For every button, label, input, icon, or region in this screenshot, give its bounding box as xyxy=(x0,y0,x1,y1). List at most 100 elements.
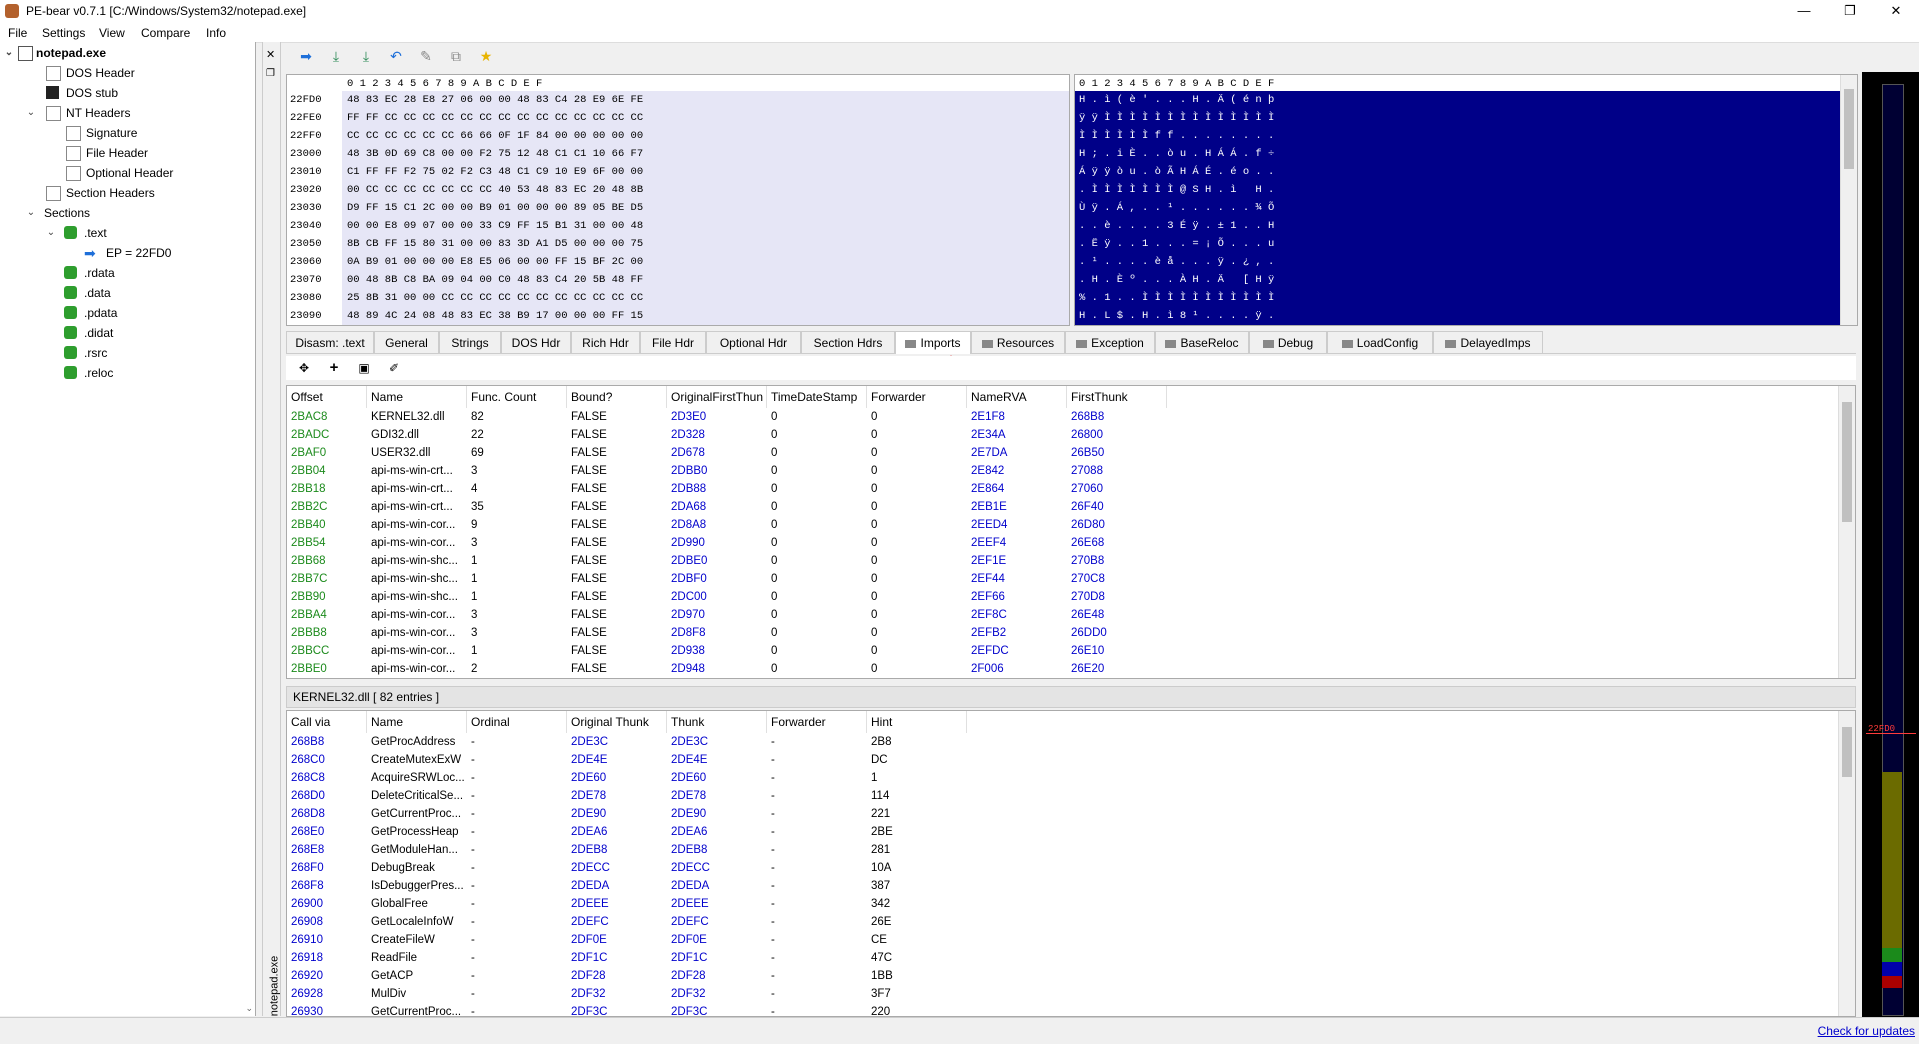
check-updates-link[interactable]: Check for updates xyxy=(1818,1024,1915,1038)
menu-compare[interactable]: Compare xyxy=(141,26,190,40)
scroll-down-icon[interactable]: ⌄ xyxy=(245,1003,253,1014)
imports-row[interactable]: 2BB68 api-ms-win-shc... 1 FALSE 2DBE0 0 0 2EF1E… xyxy=(287,552,1855,570)
add-icon[interactable]: + xyxy=(326,360,342,376)
goto-entry-icon[interactable]: ➡ xyxy=(298,48,314,64)
funcs-row[interactable]: 26908 GetLocaleInfoW - 2DEFC 2DEFC - 26E xyxy=(287,913,1855,931)
tab-exception[interactable]: Exception xyxy=(1065,331,1155,353)
hex-bytes[interactable]: C1 FF FF F2 75 02 F2 C3 48 C1 C9 10 E9 6… xyxy=(347,163,643,181)
funcs-row[interactable]: 268C0 CreateMutexExW -2DE4E 2DE4E - DC xyxy=(287,751,1855,769)
funcs-row[interactable]: 268E8 GetModuleHan... - 2DEB8 2DEB8 - 281 xyxy=(287,841,1855,859)
ascii-row[interactable]: % . 1 . . Ì Ì Ì Ì Ì Ì Ì Ì Ì Ì Ì xyxy=(1079,289,1274,307)
funcs-row[interactable]: 268F8 IsDebuggerPres... -2DEDA 2DEDA -387 xyxy=(287,877,1855,895)
imports-row[interactable]: 2BAC8 KERNEL32.dll 82 FALSE 2D3E0 0 0 2E1F8 268B… xyxy=(287,408,1855,426)
collapse-icon[interactable]: ⌄ xyxy=(26,104,36,122)
minimize-button[interactable]: — xyxy=(1781,0,1827,22)
imports-row[interactable]: 2BAF0 USER32.dll 69 FALSE 2D678 0 0 2E7DA 26B50 xyxy=(287,444,1855,462)
ascii-row[interactable]: Á ÿ ÿ ò u . ò Ã H Á É . é o . . xyxy=(1079,163,1274,181)
close-dock-icon[interactable]: ✕ xyxy=(266,48,275,61)
ascii-row[interactable]: . H . È º . . . À H . Ä [ H ÿ xyxy=(1079,271,1274,289)
hex-bytes[interactable]: 0A B9 01 00 00 00 E8 E5 06 00 00 FF 15 B… xyxy=(347,253,643,271)
imports-row[interactable]: 2BB18 api-ms-win-crt... 4 FALSE 2DB88 0 0 2E864… xyxy=(287,480,1855,498)
collapse-icon[interactable]: ⌄ xyxy=(46,224,56,242)
funcs-col-header[interactable]: Call via xyxy=(287,711,367,733)
hex-bytes[interactable]: 00 48 8B C8 BA 09 04 00 C0 48 83 C4 20 5… xyxy=(347,271,643,289)
imports-row[interactable]: 2BB7C api-ms-win-shc... 1 FALSE 2DBF0 0 0 2EF44… xyxy=(287,570,1855,588)
functions-scrollbar[interactable] xyxy=(1838,711,1855,1016)
save-icon[interactable]: ▣ xyxy=(356,360,372,376)
funcs-col-header[interactable]: Hint xyxy=(867,711,967,733)
tab-section-hdrs[interactable]: Section Hdrs xyxy=(801,331,895,353)
hex-bytes[interactable]: 48 3B 0D 69 C8 00 00 F2 75 12 48 C1 C1 1… xyxy=(347,145,643,163)
tab-disasm[interactable]: Disasm: .text xyxy=(286,331,374,353)
move-icon[interactable]: ✥ xyxy=(296,360,312,376)
hex-bytes[interactable]: D9 FF 15 C1 2C 00 00 B9 01 00 00 00 89 0… xyxy=(347,199,643,217)
hex-bytes[interactable]: 00 CC CC CC CC CC CC CC 40 53 48 83 EC 2… xyxy=(347,181,643,199)
ascii-view[interactable]: 0 1 2 3 4 5 6 7 8 9 A B C D E F H . ì ( … xyxy=(1074,74,1858,326)
imports-col-header[interactable]: TimeDateStamp xyxy=(767,386,867,408)
imports-row[interactable]: 2BB90 api-ms-win-shc... 1 FALSE 2DC00 0 0 2EF66… xyxy=(287,588,1855,606)
funcs-row[interactable]: 268C8 AcquireSRWLoc... -2DE60 2DE60-1 xyxy=(287,769,1855,787)
imports-col-header[interactable]: NameRVA xyxy=(967,386,1067,408)
ascii-row[interactable]: Ù ÿ . Á , . . ¹ . . . . . . ¾ Õ xyxy=(1079,199,1274,217)
copy-icon[interactable]: ⧉ xyxy=(448,48,464,64)
imports-col-header[interactable]: Bound? xyxy=(567,386,667,408)
ascii-row[interactable]: ÿ ÿ Ì Ì Ì Ì Ì Ì Ì Ì Ì Ì Ì Ì Ì Ì xyxy=(1079,109,1274,127)
float-dock-icon[interactable]: ❐ xyxy=(266,68,275,79)
ascii-row[interactable]: . Ì Ì Ì Ì Ì Ì Ì @ S H . ì H . xyxy=(1079,181,1274,199)
imports-col-header[interactable]: Func. Count xyxy=(467,386,567,408)
imports-row[interactable]: 2BBE0 api-ms-win-cor... 2 FALSE 2D948 0 0 2F006… xyxy=(287,660,1855,678)
ascii-row[interactable]: . . è . . . . 3 É ÿ . ± 1 . . H xyxy=(1079,217,1274,235)
ascii-scrollbar[interactable] xyxy=(1840,75,1857,325)
ascii-row[interactable]: H . ì ( è ' . . . H . Ä ( é n þ xyxy=(1079,91,1274,109)
collapse-icon[interactable]: ⌄ xyxy=(26,204,36,222)
ascii-row[interactable]: . Ë ÿ . . 1 . . . = ¡ Õ . . . u xyxy=(1079,235,1274,253)
goto-raw-icon[interactable]: ⤓ xyxy=(328,48,344,64)
imports-row[interactable]: 2BBCC api-ms-win-cor... 1 FALSE 2D938 0 0 2EFDC… xyxy=(287,642,1855,660)
imports-row[interactable]: 2BADC GDI32.dll 22 FALSE 2D328 0 0 2E34A 26800 xyxy=(287,426,1855,444)
imports-row[interactable]: 2BBA4 api-ms-win-cor... 3 FALSE 2D970 0 0 2EF8C… xyxy=(287,606,1855,624)
menu-view[interactable]: View xyxy=(99,26,125,40)
imports-row[interactable]: 2BB40 api-ms-win-cor... 9 FALSE 2D8A8 0 0 2EED4… xyxy=(287,516,1855,534)
funcs-row[interactable]: 268D0 DeleteCriticalSe... -2DE78 2DE78-114 xyxy=(287,787,1855,805)
imports-col-header[interactable]: Offset xyxy=(287,386,367,408)
funcs-row[interactable]: 26910 CreateFileW - 2DF0E 2DF0E - CE xyxy=(287,931,1855,949)
tab-imports[interactable]: Imports xyxy=(895,331,971,354)
tab-resources[interactable]: Resources xyxy=(971,331,1065,353)
funcs-col-header[interactable]: Original Thunk xyxy=(567,711,667,733)
hex-view[interactable]: 0 1 2 3 4 5 6 7 8 9 A B C D E F 22FD0 48 … xyxy=(286,74,1070,326)
imports-row[interactable]: 2BB2C api-ms-win-crt... 35 FALSE 2DA68 0 0 2EB1… xyxy=(287,498,1855,516)
funcs-row[interactable]: 268E0 GetProcessHeap -2DEA6 2DEA6-2BE xyxy=(287,823,1855,841)
undo-icon[interactable]: ↶ xyxy=(388,48,404,64)
ascii-row[interactable]: Ì Ì Ì Ì Ì Ì f f . . . . . . . . xyxy=(1079,127,1274,145)
imports-row[interactable]: 2BBB8 api-ms-win-cor... 3 FALSE 2D8F8 0 0 2EFB2… xyxy=(287,624,1855,642)
imports-scrollbar[interactable] xyxy=(1838,386,1855,678)
edit-icon[interactable]: ✎ xyxy=(418,48,434,64)
restore-button[interactable]: ❐ xyxy=(1827,0,1873,22)
hex-bytes[interactable]: 25 8B 31 00 00 CC CC CC CC CC CC CC CC C… xyxy=(347,289,643,307)
ascii-row[interactable]: H ; . i È . . ò u . H Á Á . f ÷ xyxy=(1079,145,1274,163)
tab-optional-hdr[interactable]: Optional Hdr xyxy=(706,331,801,353)
tab-delayedimps[interactable]: DelayedImps xyxy=(1433,331,1543,353)
funcs-row[interactable]: 268B8 GetProcAddress - 2DE3C 2DE3C - 2B8 xyxy=(287,733,1855,751)
menu-settings[interactable]: Settings xyxy=(42,26,85,40)
hex-bytes[interactable]: FF FF CC CC CC CC CC CC CC CC CC CC CC C… xyxy=(347,109,643,127)
menu-info[interactable]: Info xyxy=(206,26,226,40)
menu-file[interactable]: File xyxy=(8,26,27,40)
ascii-row[interactable]: . ¹ . . . . è å . . . ÿ . ¿ , . xyxy=(1079,253,1274,271)
funcs-row[interactable]: 26920 GetACP - 2DF28 2DF28 - 1BB xyxy=(287,967,1855,985)
funcs-col-header[interactable]: Ordinal xyxy=(467,711,567,733)
funcs-col-header[interactable]: Forwarder xyxy=(767,711,867,733)
funcs-row[interactable]: 26928 MulDiv - 2DF32 2DF32 - 3F7 xyxy=(287,985,1855,1003)
tab-basereloc[interactable]: BaseReloc xyxy=(1155,331,1249,353)
star-icon[interactable]: ★ xyxy=(478,48,494,64)
tab-strings[interactable]: Strings xyxy=(439,331,501,353)
close-button[interactable]: ✕ xyxy=(1873,0,1919,22)
file-overview-bar[interactable]: 22FD0 xyxy=(1862,72,1919,1017)
tab-debug[interactable]: Debug xyxy=(1249,331,1327,353)
tab-general[interactable]: General xyxy=(374,331,439,353)
funcs-col-header[interactable]: Thunk xyxy=(667,711,767,733)
ascii-row[interactable]: H . L $ . H . ì 8 ¹ . . . . ÿ . xyxy=(1079,307,1274,325)
imports-col-header[interactable]: FirstThunk xyxy=(1067,386,1167,408)
tab-file-hdr[interactable]: File Hdr xyxy=(640,331,706,353)
hex-bytes[interactable]: 00 00 E8 09 07 00 00 33 C9 FF 15 B1 31 0… xyxy=(347,217,643,235)
